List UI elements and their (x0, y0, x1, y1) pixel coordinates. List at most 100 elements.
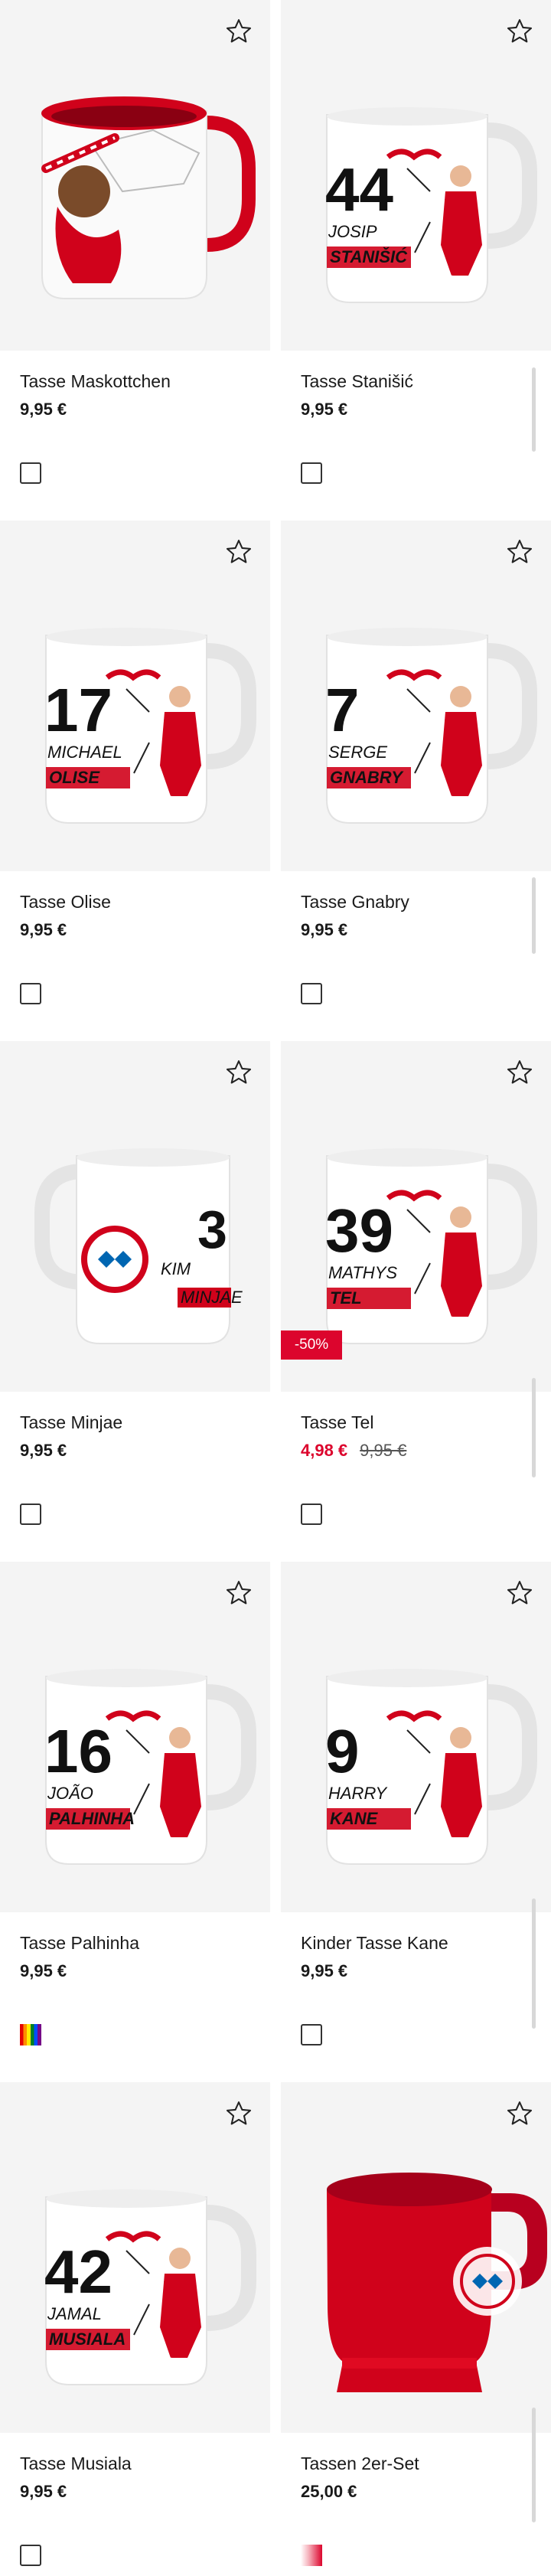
product-price: 9,95 € (20, 1441, 67, 1460)
price-row: 9,95 € (301, 400, 347, 420)
product-card[interactable]: 42 JAMAL MUSIALA Tasse Musiala 9,95 € (0, 2082, 270, 2576)
svg-text:44: 44 (325, 155, 393, 224)
compare-checkbox[interactable] (20, 1503, 41, 1525)
variant-swatch-row (301, 2545, 322, 2566)
svg-text:KIM: KIM (161, 1259, 191, 1278)
product-name[interactable]: Tasse Gnabry (301, 892, 409, 913)
red-swatch[interactable] (301, 2545, 322, 2566)
mug-illustration: 9HARRY KANE (325, 1669, 537, 1865)
product-image[interactable]: 44 JOSIP STANIŠIĆ (281, 0, 551, 351)
mug-illustration: 44JOSIP STANIŠIĆ (325, 107, 537, 303)
star-outline-icon[interactable] (223, 536, 255, 568)
variant-swatch-row (20, 462, 41, 484)
variant-swatch-row (20, 983, 41, 1004)
mug-illustration (327, 2173, 547, 2392)
mug-illustration (41, 96, 256, 299)
compare-checkbox[interactable] (20, 983, 41, 1004)
product-card[interactable]: Tassen 2er-Set 25,00 € (281, 2082, 551, 2576)
star-outline-icon[interactable] (223, 1056, 255, 1089)
svg-text:42: 42 (44, 2238, 112, 2306)
price-row: 4,98 € 9,95 € (301, 1441, 406, 1461)
carousel-scrollbar[interactable] (532, 1378, 536, 1477)
product-price: 9,95 € (20, 920, 67, 939)
variant-swatch-row (301, 462, 322, 484)
svg-text:OLISE: OLISE (49, 768, 100, 787)
price-row: 9,95 € (20, 400, 67, 420)
compare-checkbox[interactable] (301, 462, 322, 484)
product-name[interactable]: Kinder Tasse Kane (301, 1933, 448, 1954)
svg-text:SERGE: SERGE (328, 743, 387, 762)
svg-text:STANIŠIĆ: STANIŠIĆ (330, 247, 408, 266)
variant-swatch-row (301, 2024, 322, 2045)
product-image[interactable]: 7 SERGE GNABRY (281, 521, 551, 871)
carousel-scrollbar[interactable] (532, 1899, 536, 2029)
product-image[interactable]: 42 JAMAL MUSIALA (0, 2082, 270, 2433)
product-name[interactable]: Tasse Minjae (20, 1412, 122, 1433)
sale-price: 4,98 € (301, 1441, 348, 1460)
compare-checkbox[interactable] (20, 2545, 41, 2566)
star-outline-icon[interactable] (223, 1577, 255, 1609)
rainbow-swatch[interactable] (20, 2024, 41, 2045)
product-image[interactable] (0, 0, 270, 351)
product-image[interactable]: 9 HARRY KANE (281, 1562, 551, 1912)
star-outline-icon[interactable] (504, 15, 536, 47)
price-row: 25,00 € (301, 2482, 357, 2502)
product-card[interactable]: 39 MATHYS TEL -50% Tasse Tel 4,98 € 9,95 € (281, 1041, 551, 1546)
variant-swatch-row (20, 2545, 41, 2566)
star-outline-icon[interactable] (223, 15, 255, 47)
product-name[interactable]: Tasse Tel (301, 1412, 373, 1433)
mug-illustration: 16JOÃO PALHINHA (44, 1669, 256, 1865)
svg-text:MICHAEL: MICHAEL (47, 743, 122, 762)
product-image[interactable]: 17 MICHAEL OLISE (0, 521, 270, 871)
svg-text:3: 3 (197, 1200, 227, 1259)
star-outline-icon[interactable] (504, 2098, 536, 2130)
star-outline-icon[interactable] (223, 2098, 255, 2130)
compare-checkbox[interactable] (20, 462, 41, 484)
product-image[interactable]: 3 KIM MINJAE (0, 1041, 270, 1392)
product-name[interactable]: Tasse Musiala (20, 2454, 132, 2474)
price-row: 9,95 € (301, 920, 347, 940)
compare-checkbox[interactable] (301, 983, 322, 1004)
compare-checkbox[interactable] (301, 1503, 322, 1525)
svg-text:39: 39 (325, 1197, 393, 1265)
product-name[interactable]: Tasse Olise (20, 892, 111, 913)
mug-illustration: 7SERGE GNABRY (325, 628, 537, 824)
svg-text:MATHYS: MATHYS (328, 1263, 397, 1282)
price-row: 9,95 € (20, 2482, 67, 2502)
star-outline-icon[interactable] (504, 536, 536, 568)
compare-checkbox[interactable] (301, 2024, 322, 2045)
svg-text:9: 9 (325, 1717, 360, 1785)
svg-text:7: 7 (325, 676, 360, 744)
variant-swatch-row (20, 1503, 41, 1525)
product-price: 9,95 € (301, 400, 348, 419)
svg-text:16: 16 (44, 1717, 112, 1785)
product-name[interactable]: Tassen 2er-Set (301, 2454, 419, 2474)
product-card[interactable]: Tasse Maskottchen 9,95 € (0, 0, 270, 505)
product-price: 9,95 € (20, 2482, 67, 2501)
product-card[interactable]: 7 SERGE GNABRY Tasse Gnabry 9,95 € (281, 521, 551, 1026)
product-price: 9,95 € (301, 1961, 348, 1980)
star-outline-icon[interactable] (504, 1577, 536, 1609)
carousel-scrollbar[interactable] (532, 367, 536, 452)
mug-illustration: 3 KIM MINJAE (34, 1148, 243, 1344)
product-image[interactable]: 39 MATHYS TEL -50% (281, 1041, 551, 1392)
svg-text:JAMAL: JAMAL (47, 2304, 102, 2323)
product-name[interactable]: Tasse Maskottchen (20, 371, 171, 392)
carousel-scrollbar[interactable] (532, 877, 536, 954)
product-image[interactable]: 16 JOÃO PALHINHA (0, 1562, 270, 1912)
discount-badge: -50% (281, 1330, 342, 1360)
product-card[interactable]: 9 HARRY KANE Kinder Tasse Kane 9,95 € (281, 1562, 551, 2067)
product-card[interactable]: 44 JOSIP STANIŠIĆ Tasse Stanišić 9,95 € (281, 0, 551, 505)
star-outline-icon[interactable] (504, 1056, 536, 1089)
mug-illustration: 17MICHAEL OLISE (44, 628, 256, 824)
product-image[interactable] (281, 2082, 551, 2433)
product-card[interactable]: 16 JOÃO PALHINHA Tasse Palhinha 9,95 € (0, 1562, 270, 2067)
product-name[interactable]: Tasse Stanišić (301, 371, 413, 392)
product-name[interactable]: Tasse Palhinha (20, 1933, 139, 1954)
svg-text:KANE: KANE (330, 1809, 379, 1828)
product-card[interactable]: 3 KIM MINJAE Tasse Minjae 9,95 € (0, 1041, 270, 1546)
price-row: 9,95 € (20, 1441, 67, 1461)
carousel-scrollbar[interactable] (532, 2408, 536, 2522)
product-card[interactable]: 17 MICHAEL OLISE Tasse Olise 9,95 € (0, 521, 270, 1026)
svg-text:PALHINHA: PALHINHA (49, 1809, 135, 1828)
